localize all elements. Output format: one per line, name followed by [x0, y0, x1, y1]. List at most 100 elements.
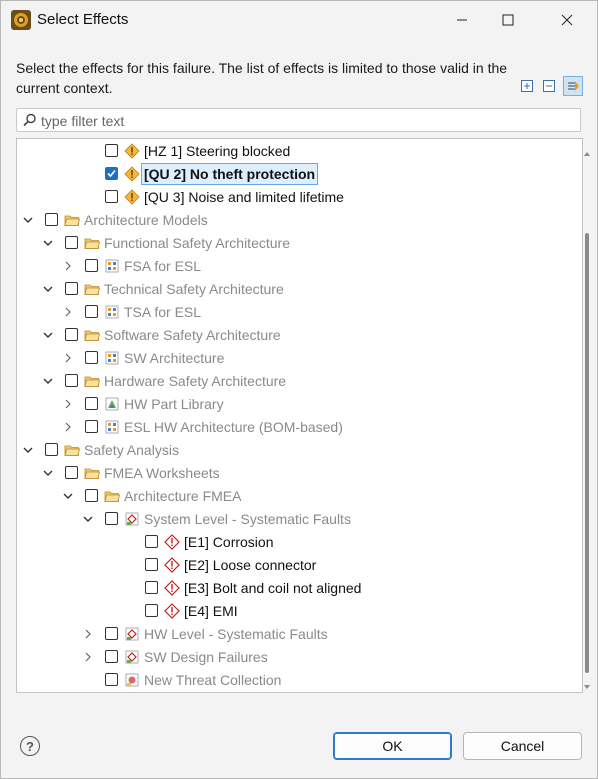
- tree-row[interactable]: [E1] Corrosion: [17, 531, 562, 554]
- tree-row[interactable]: HW Level - Systematic Faults: [17, 623, 562, 646]
- chevron-right-icon[interactable]: [62, 352, 74, 364]
- chevron-down-icon[interactable]: [22, 444, 34, 456]
- tree-row[interactable]: Software Safety Architecture: [17, 324, 562, 347]
- tree-row[interactable]: HW Part Library: [17, 393, 562, 416]
- minimize-button[interactable]: [439, 1, 485, 39]
- tree-row[interactable]: Architecture Models: [17, 209, 562, 232]
- tree-row[interactable]: Architecture FMEA: [17, 485, 562, 508]
- tree-row[interactable]: Hardware Safety Architecture: [17, 370, 562, 393]
- effect-icon: [164, 557, 180, 573]
- tree-row[interactable]: SW Architecture: [17, 347, 562, 370]
- chevron-right-icon[interactable]: [62, 260, 74, 272]
- tree-checkbox[interactable]: [65, 374, 78, 387]
- tree-row[interactable]: Safety Analysis: [17, 439, 562, 462]
- tree-checkbox[interactable]: [85, 489, 98, 502]
- filter-input[interactable]: [39, 111, 573, 131]
- expand-all-icon[interactable]: [519, 78, 535, 94]
- folder-icon: [64, 212, 81, 228]
- fmea-icon: [124, 626, 140, 642]
- tree-item-label: [E3] Bolt and coil not aligned: [184, 580, 362, 596]
- chevron-down-icon[interactable]: [22, 214, 34, 226]
- tree-row[interactable]: [E2] Loose connector: [17, 554, 562, 577]
- cancel-button[interactable]: Cancel: [463, 732, 582, 760]
- chevron-down-icon[interactable]: [62, 490, 74, 502]
- tree-row[interactable]: [E3] Bolt and coil not aligned: [17, 577, 562, 600]
- chevron-right-icon[interactable]: [82, 651, 94, 663]
- tree-row[interactable]: System Level - Systematic Faults: [17, 508, 562, 531]
- chevron-right-icon[interactable]: [62, 398, 74, 410]
- maximize-button[interactable]: [485, 1, 531, 39]
- link-selection-icon[interactable]: [563, 76, 583, 96]
- tree-row[interactable]: [HZ 1] Steering blocked: [17, 140, 562, 163]
- tree-row[interactable]: FSA for ESL: [17, 255, 562, 278]
- tree-checkbox[interactable]: [105, 190, 118, 203]
- scroll-up-arrow[interactable]: [584, 143, 590, 159]
- tree-row[interactable]: [QU 2] No theft protection: [17, 163, 562, 186]
- tree-checkbox[interactable]: [145, 581, 158, 594]
- tree-checkbox[interactable]: [105, 673, 118, 686]
- tree-checkbox[interactable]: [85, 351, 98, 364]
- tree-item-label: ESL HW Architecture (BOM-based): [124, 419, 343, 435]
- tree-row[interactable]: New Threat Collection: [17, 669, 562, 692]
- tree-checkbox[interactable]: [105, 627, 118, 640]
- tree-checkbox[interactable]: [85, 259, 98, 272]
- help-button[interactable]: ?: [20, 736, 40, 756]
- tree-checkbox[interactable]: [65, 236, 78, 249]
- help-icon: ?: [26, 738, 34, 754]
- tree-row[interactable]: SW Design Failures: [17, 646, 562, 669]
- tree-checkbox[interactable]: [65, 282, 78, 295]
- tree-checkbox[interactable]: [145, 535, 158, 548]
- chevron-right-icon[interactable]: [62, 421, 74, 433]
- tree-row[interactable]: FMEA Worksheets: [17, 462, 562, 485]
- tree-row[interactable]: Technical Safety Architecture: [17, 278, 562, 301]
- chevron-right-icon[interactable]: [82, 628, 94, 640]
- tree-row[interactable]: [QU 3] Noise and limited lifetime: [17, 186, 562, 209]
- tree-item-label: Architecture FMEA: [124, 488, 242, 504]
- tree-item-label: [E1] Corrosion: [184, 534, 274, 550]
- chevron-right-icon[interactable]: [62, 306, 74, 318]
- tree-row[interactable]: Functional Safety Architecture: [17, 232, 562, 255]
- effect-icon: [164, 580, 180, 596]
- tree-row[interactable]: TSA for ESL: [17, 301, 562, 324]
- tree-item-label: [QU 2] No theft protection: [140, 163, 319, 185]
- tree-checkbox[interactable]: [45, 443, 58, 456]
- chevron-down-icon[interactable]: [42, 329, 54, 341]
- ok-button[interactable]: OK: [333, 732, 452, 760]
- tree-item-label: System Level - Systematic Faults: [144, 511, 351, 527]
- filter-field[interactable]: [16, 108, 581, 132]
- chevron-down-icon[interactable]: [82, 513, 94, 525]
- tree-checkbox[interactable]: [145, 604, 158, 617]
- tree-row[interactable]: ESL HW Architecture (BOM-based): [17, 416, 562, 439]
- tree-item-label: Technical Safety Architecture: [104, 281, 284, 297]
- tree-item-label: New Threat Collection: [144, 672, 282, 688]
- tree-checkbox[interactable]: [145, 558, 158, 571]
- tree-item-label: Functional Safety Architecture: [104, 235, 290, 251]
- folder-icon: [84, 373, 101, 389]
- chevron-down-icon[interactable]: [42, 375, 54, 387]
- tree-checkbox[interactable]: [105, 650, 118, 663]
- tree-item-label: Safety Analysis: [84, 442, 179, 458]
- tree-checkbox[interactable]: [65, 328, 78, 341]
- scroll-down-arrow[interactable]: [584, 676, 590, 692]
- tree-row[interactable]: [E4] EMI: [17, 600, 562, 623]
- tree-checkbox[interactable]: [105, 512, 118, 525]
- tree-item-label: Hardware Safety Architecture: [104, 373, 287, 389]
- tree-item-label: [E2] Loose connector: [184, 557, 317, 573]
- tree-checkbox[interactable]: [65, 466, 78, 479]
- part-library-icon: [104, 396, 120, 412]
- tree-checkbox[interactable]: [45, 213, 58, 226]
- tree-scrollbar-thumb[interactable]: [585, 233, 589, 673]
- folder-icon: [64, 442, 81, 458]
- tree-checkbox[interactable]: [85, 305, 98, 318]
- close-button[interactable]: [544, 1, 590, 39]
- effects-tree[interactable]: [HZ 1] Steering blocked [QU 2] No theft p…: [16, 138, 583, 693]
- chevron-down-icon[interactable]: [42, 283, 54, 295]
- tree-checkbox[interactable]: [105, 167, 118, 180]
- chevron-down-icon[interactable]: [42, 467, 54, 479]
- collapse-all-icon[interactable]: [541, 78, 557, 94]
- tree-checkbox[interactable]: [85, 397, 98, 410]
- chevron-down-icon[interactable]: [42, 237, 54, 249]
- tree-checkbox[interactable]: [85, 420, 98, 433]
- tree-checkbox[interactable]: [105, 144, 118, 157]
- tree-item-label: HW Level - Systematic Faults: [144, 626, 328, 642]
